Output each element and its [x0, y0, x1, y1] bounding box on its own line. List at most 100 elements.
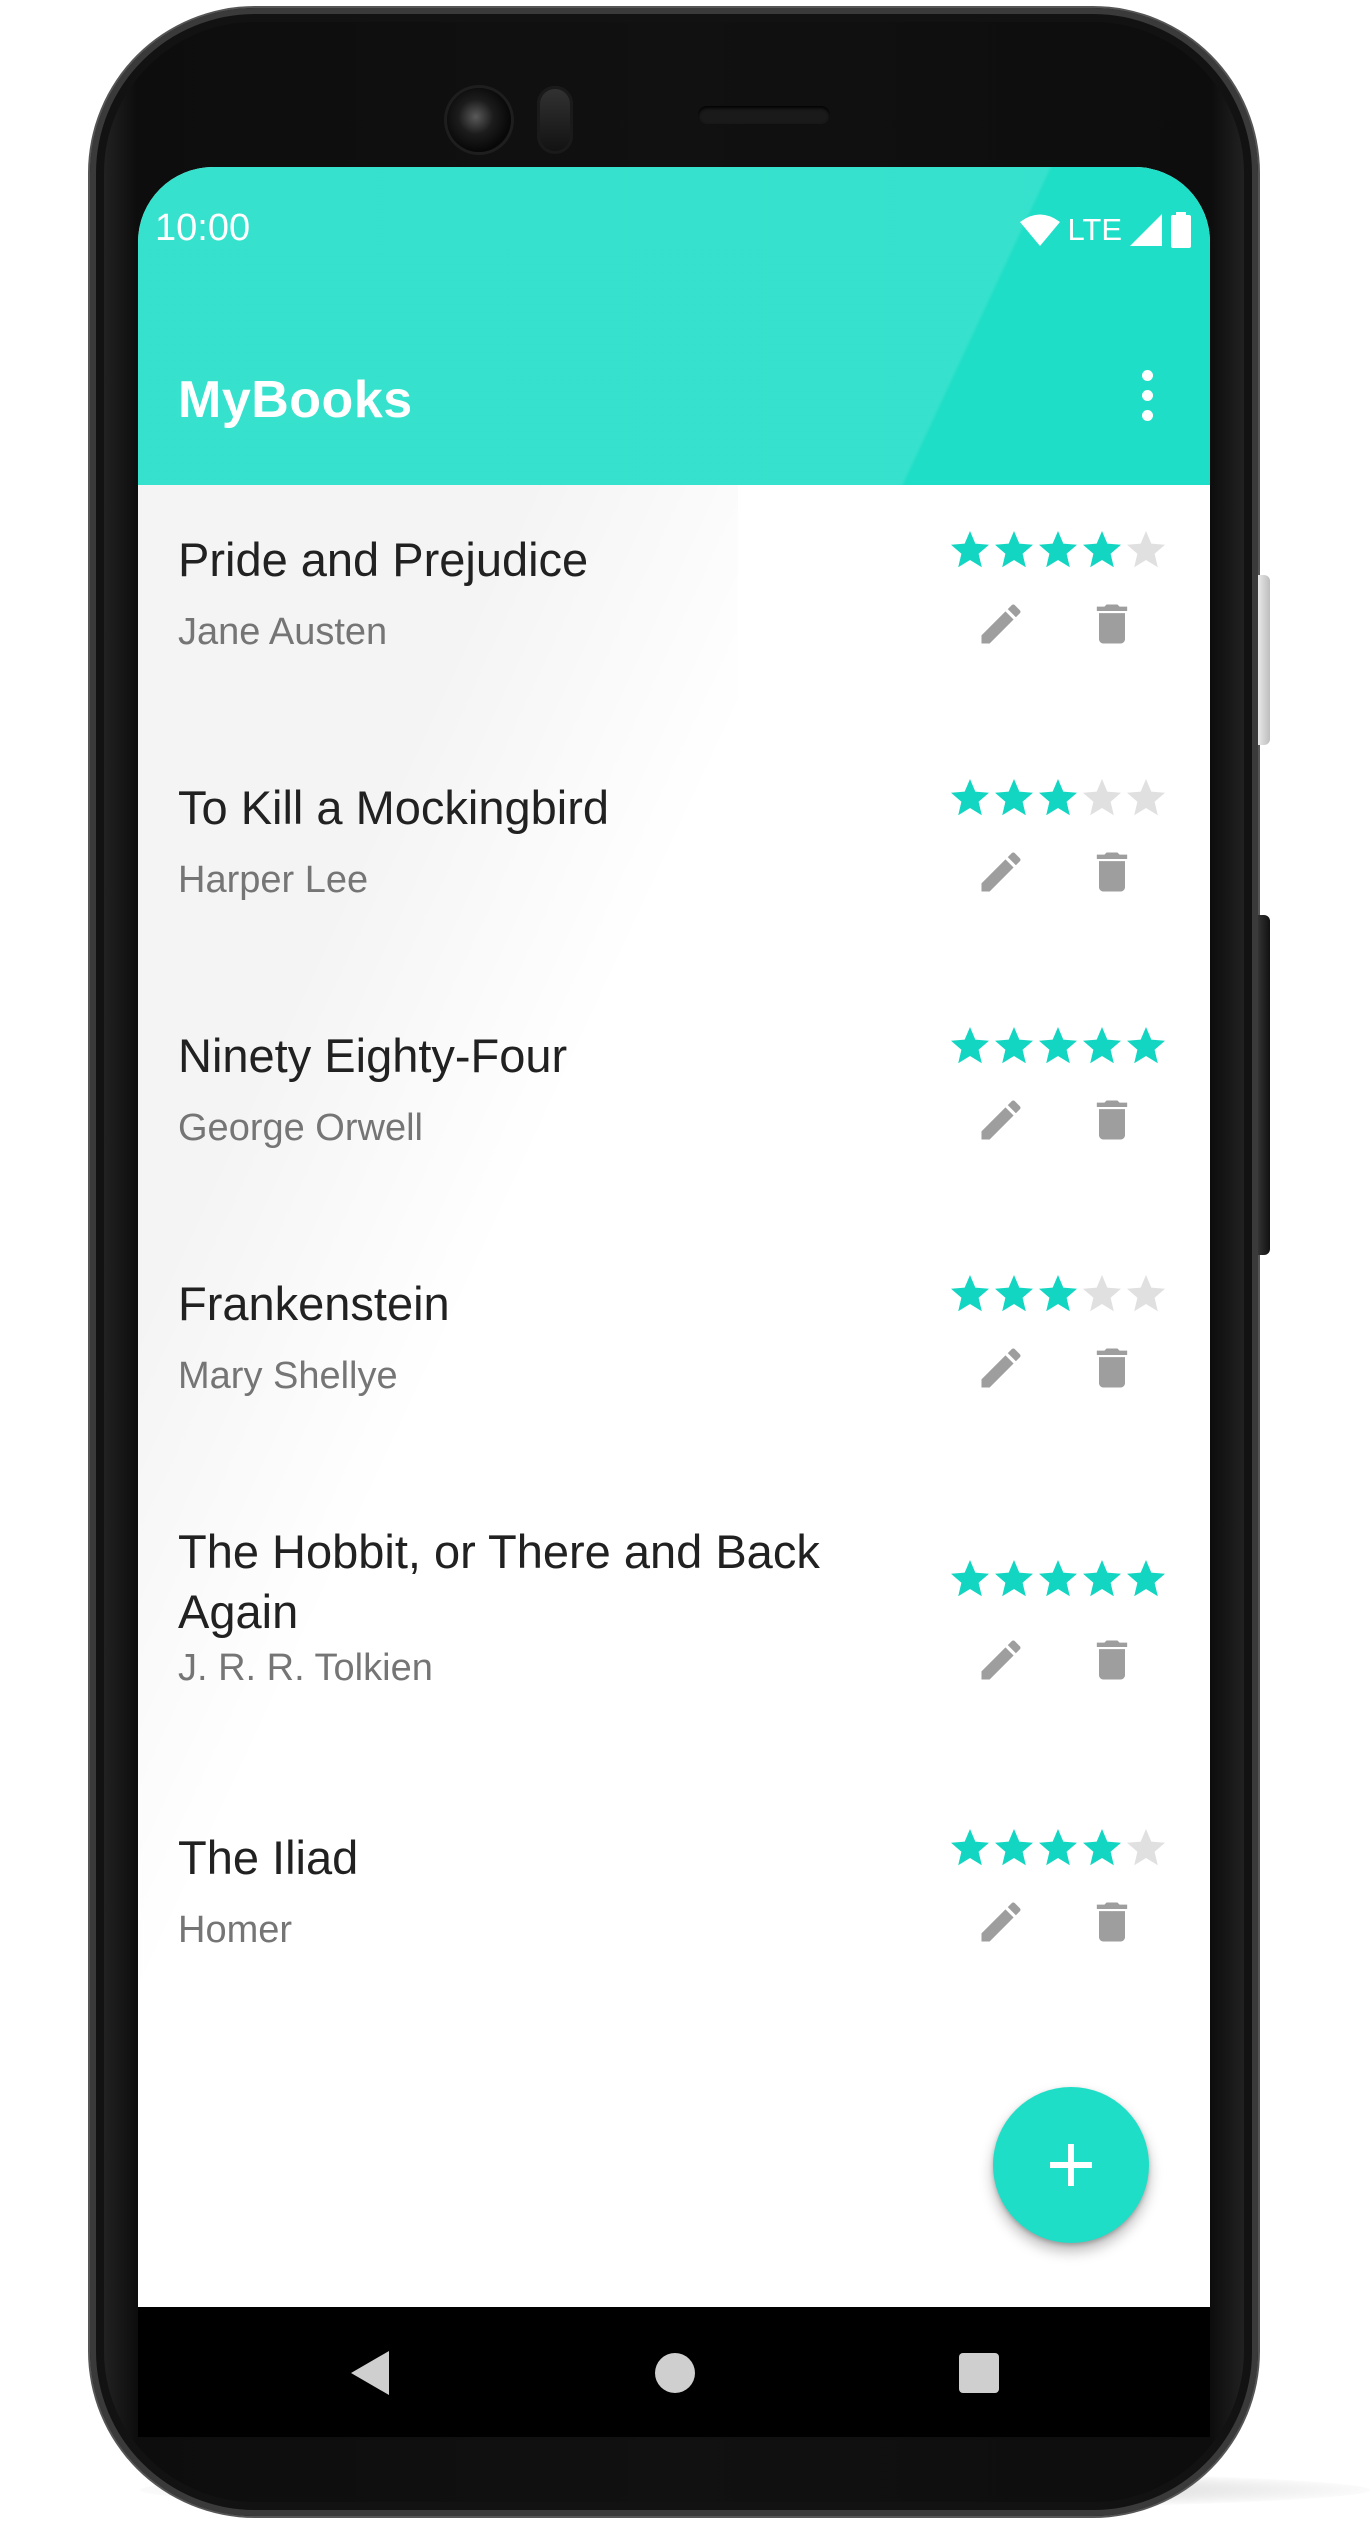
star-rating	[949, 1273, 1167, 1315]
proximity-sensor	[537, 86, 573, 154]
cell-signal-icon	[1130, 214, 1162, 246]
star-rating	[949, 1558, 1167, 1600]
status-icons: LTE	[1019, 207, 1192, 253]
delete-book-button[interactable]	[1073, 585, 1151, 663]
app-screen: 10:00 LTE MyBooks Pride and Prejudice Jan…	[138, 167, 1210, 2307]
star-filled-icon	[1039, 1829, 1077, 1866]
trash-icon	[1096, 1348, 1128, 1388]
star-filled-icon	[995, 1275, 1033, 1312]
battery-icon	[1171, 212, 1191, 248]
book-title: Pride and Prejudice	[178, 533, 589, 586]
star-empty-icon	[1127, 531, 1165, 568]
star-filled-icon	[1083, 1560, 1121, 1597]
book-author: Jane Austen	[178, 611, 388, 653]
pencil-icon	[981, 1640, 1021, 1680]
network-type: LTE	[1067, 212, 1122, 247]
book-author: Homer	[178, 1909, 293, 1951]
book-title: To Kill a Mockingbird	[178, 781, 610, 834]
pencil-icon	[981, 852, 1021, 892]
nav-back-button[interactable]	[332, 2335, 408, 2411]
pencil-icon	[981, 604, 1021, 644]
nav-recents-button[interactable]	[941, 2335, 1017, 2411]
edit-book-button[interactable]	[962, 1081, 1040, 1159]
book-list-item[interactable]: Pride and Prejudice Jane Austen	[138, 485, 1210, 733]
app-title: MyBooks	[178, 371, 413, 429]
book-title: Ninety Eighty-Four	[178, 1029, 568, 1082]
star-filled-icon	[1039, 779, 1077, 816]
home-circle-icon	[655, 2353, 695, 2393]
star-filled-icon	[1127, 1560, 1165, 1597]
delete-book-button[interactable]	[1073, 833, 1151, 911]
star-empty-icon	[1127, 1275, 1165, 1312]
star-filled-icon	[951, 779, 989, 816]
star-filled-icon	[995, 1560, 1033, 1597]
more-vert-icon[interactable]	[1119, 359, 1175, 431]
star-filled-icon	[995, 531, 1033, 568]
star-rating	[949, 777, 1167, 819]
trash-icon	[1096, 1902, 1128, 1942]
front-camera	[447, 88, 511, 152]
nav-home-button[interactable]	[637, 2335, 713, 2411]
book-author: Mary Shellye	[178, 1355, 398, 1397]
book-author: George Orwell	[178, 1107, 423, 1149]
delete-book-button[interactable]	[1073, 1081, 1151, 1159]
book-list-item[interactable]: The Hobbit, or There and Back Again J. R.…	[138, 1477, 1210, 1783]
status-time: 10:00	[155, 207, 251, 249]
pencil-icon	[981, 1348, 1021, 1388]
edit-book-button[interactable]	[962, 1621, 1040, 1699]
edit-book-button[interactable]	[962, 1329, 1040, 1407]
power-button	[1258, 575, 1270, 745]
book-list-item[interactable]: To Kill a Mockingbird Harper Lee	[138, 733, 1210, 981]
star-filled-icon	[1083, 1829, 1121, 1866]
star-filled-icon	[1039, 531, 1077, 568]
star-filled-icon	[951, 1027, 989, 1064]
edit-book-button[interactable]	[962, 833, 1040, 911]
add-book-button[interactable]	[993, 2087, 1149, 2243]
star-filled-icon	[951, 1829, 989, 1866]
star-filled-icon	[1039, 1027, 1077, 1064]
star-filled-icon	[1127, 1027, 1165, 1064]
star-filled-icon	[951, 1560, 989, 1597]
back-triangle-icon	[351, 2351, 389, 2395]
star-rating	[949, 1025, 1167, 1067]
star-empty-icon	[1127, 779, 1165, 816]
edit-book-button[interactable]	[962, 585, 1040, 663]
star-filled-icon	[1083, 1027, 1121, 1064]
plus-icon	[1050, 2144, 1092, 2186]
star-empty-icon	[1083, 779, 1121, 816]
earpiece-speaker	[698, 106, 830, 124]
book-list-item[interactable]: The Iliad Homer	[138, 1783, 1210, 2031]
book-title: Frankenstein	[178, 1277, 450, 1330]
delete-book-button[interactable]	[1073, 1621, 1151, 1699]
delete-book-button[interactable]	[1073, 1329, 1151, 1407]
book-title: The Iliad	[178, 1831, 359, 1884]
star-filled-icon	[1083, 531, 1121, 568]
status-bar: 10:00 LTE	[138, 167, 1210, 287]
app-bar: MyBooks	[138, 287, 1210, 485]
delete-book-button[interactable]	[1073, 1883, 1151, 1961]
book-author: J. R. R. Tolkien	[178, 1647, 433, 1689]
star-filled-icon	[995, 1829, 1033, 1866]
volume-button	[1258, 915, 1270, 1255]
book-list-item[interactable]: Ninety Eighty-Four George Orwell	[138, 981, 1210, 1229]
book-list-item[interactable]: Frankenstein Mary Shellye	[138, 1229, 1210, 1477]
star-filled-icon	[951, 531, 989, 568]
star-filled-icon	[951, 1275, 989, 1312]
book-title: The Hobbit, or There and Back Again	[178, 1525, 820, 1638]
star-filled-icon	[995, 1027, 1033, 1064]
wifi-icon	[1020, 214, 1061, 246]
system-nav-bar	[138, 2307, 1210, 2437]
pencil-icon	[981, 1902, 1021, 1942]
star-filled-icon	[1039, 1275, 1077, 1312]
book-author: Harper Lee	[178, 859, 369, 901]
trash-icon	[1096, 1640, 1128, 1680]
star-empty-icon	[1127, 1829, 1165, 1866]
star-filled-icon	[1039, 1560, 1077, 1597]
star-rating	[949, 1827, 1167, 1869]
trash-icon	[1096, 852, 1128, 892]
trash-icon	[1096, 1100, 1128, 1140]
edit-book-button[interactable]	[962, 1883, 1040, 1961]
star-empty-icon	[1083, 1275, 1121, 1312]
star-rating	[949, 529, 1167, 571]
pencil-icon	[981, 1100, 1021, 1140]
